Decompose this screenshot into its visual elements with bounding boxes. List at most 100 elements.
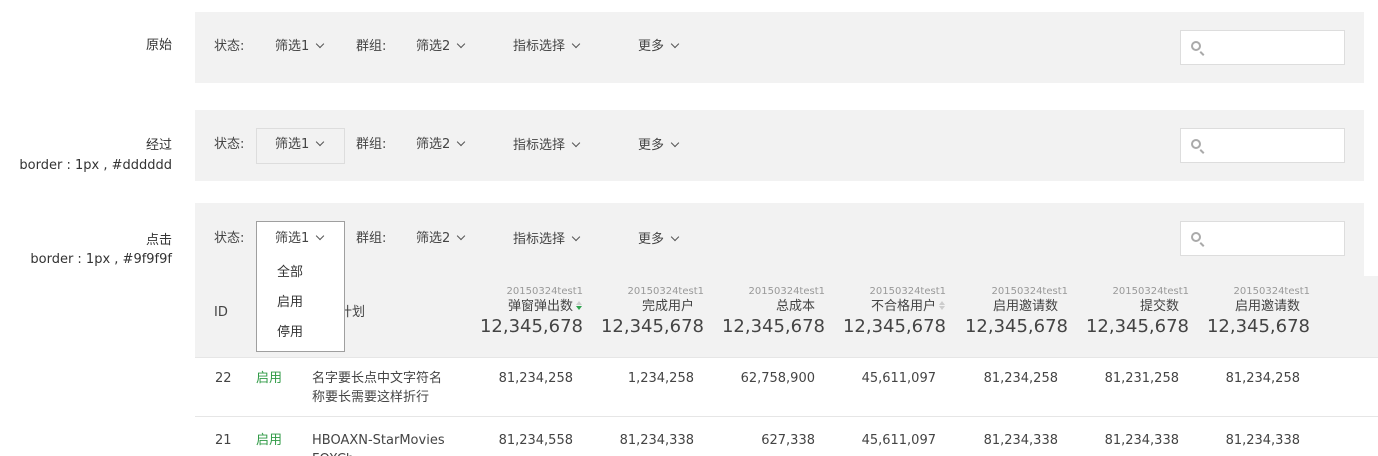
search-icon xyxy=(1191,139,1201,149)
row-value: 81,234,338 xyxy=(1104,433,1179,448)
column-title-text: 提交数 xyxy=(1139,299,1179,314)
chevron-down-icon xyxy=(670,232,680,242)
column-title-text: 不合格用户 xyxy=(870,299,936,314)
status-label: 状态: xyxy=(214,137,245,152)
row-name[interactable]: 名字要长点中文字符名 xyxy=(312,369,442,388)
row-name-line2: FOXCh... xyxy=(312,450,367,456)
row-value: 81,234,258 xyxy=(498,371,573,386)
row-value: 81,234,338 xyxy=(983,433,1058,448)
label-passed: 经过 xyxy=(145,138,172,153)
dropdown-option-enabled[interactable]: 启用 xyxy=(277,294,303,312)
more-dropdown[interactable]: 更多 xyxy=(638,38,680,56)
column-title: 启用邀请数 xyxy=(1207,298,1310,316)
column-title: 启用邀请数 xyxy=(965,298,1068,316)
sort-icon[interactable] xyxy=(939,301,946,311)
row-name-line2: 称要长需要这样折行 xyxy=(312,390,430,405)
column-title-text: 完成用户 xyxy=(641,299,694,314)
column-total: 12,345,678 xyxy=(964,316,1068,337)
chevron-down-icon xyxy=(457,39,466,49)
chevron-down-icon xyxy=(316,39,325,49)
filter1-dropdown[interactable]: 筛选1 xyxy=(275,38,325,56)
chevron-down-icon xyxy=(571,39,581,49)
status-label: 状态: xyxy=(214,231,245,246)
chevron-down-icon xyxy=(571,138,581,148)
more-dropdown[interactable]: 更多 xyxy=(638,137,680,155)
dropdown-option-disabled[interactable]: 停用 xyxy=(277,324,303,342)
column-title: 弹窗弹出数 xyxy=(480,298,583,316)
column-total: 12,345,678 xyxy=(479,316,583,337)
row-name[interactable]: HBOAXN-StarMovies xyxy=(312,431,445,450)
row-value: 81,234,338 xyxy=(1225,433,1300,448)
chevron-down-icon xyxy=(457,231,466,241)
column-title-text: 启用邀请数 xyxy=(992,299,1058,314)
search-icon xyxy=(1191,41,1201,51)
search-input[interactable] xyxy=(1180,30,1345,65)
column-title: 不合格用户 xyxy=(843,298,946,316)
column-total: 12,345,678 xyxy=(1085,316,1189,337)
filter1-dropdown-menu: 全部 启用 停用 xyxy=(256,256,345,352)
column-date: 20150324test1 xyxy=(627,286,704,297)
column-date: 20150324test1 xyxy=(1233,286,1310,297)
label-passed-note: border : 1px , #dddddd xyxy=(19,158,172,173)
column-total: 12,345,678 xyxy=(721,316,825,337)
chevron-down-icon xyxy=(670,138,680,148)
search-icon xyxy=(1191,232,1201,242)
column-date: 20150324test1 xyxy=(869,286,946,297)
group-label: 群组: xyxy=(356,39,387,54)
more-dropdown[interactable]: 更多 xyxy=(638,231,680,249)
table-column-header[interactable]: 20150324test1 弹窗弹出数 12,345,678 xyxy=(480,286,583,338)
column-title-text: 启用邀请数 xyxy=(1234,299,1300,314)
table-column-header[interactable]: 20150324test1 提交数 12,345,678 xyxy=(1086,286,1189,338)
chevron-down-icon xyxy=(316,231,325,241)
column-total: 12,345,678 xyxy=(600,316,704,337)
search-input[interactable] xyxy=(1180,128,1345,163)
row-id: 22 xyxy=(215,371,232,386)
chevron-down-icon xyxy=(670,39,680,49)
row-value: 627,338 xyxy=(761,433,815,448)
filter1-dropdown[interactable]: 筛选1 xyxy=(275,230,325,248)
column-date: 20150324test1 xyxy=(1112,286,1189,297)
chevron-down-icon xyxy=(316,137,325,147)
row-status[interactable]: 启用 xyxy=(256,431,282,450)
column-date: 20150324test1 xyxy=(991,286,1068,297)
metric-select-dropdown[interactable]: 指标选择 xyxy=(513,38,581,56)
metric-select-dropdown[interactable]: 指标选择 xyxy=(513,137,581,155)
sort-icon[interactable] xyxy=(576,301,583,311)
row-divider xyxy=(195,416,1378,417)
row-value: 81,234,338 xyxy=(619,433,694,448)
row-value: 81,234,258 xyxy=(983,371,1058,386)
label-click-note: border : 1px , #9f9f9f xyxy=(30,252,172,267)
metric-select-dropdown[interactable]: 指标选择 xyxy=(513,231,581,249)
filter1-dropdown[interactable]: 筛选1 xyxy=(275,136,325,154)
column-total: 12,345,678 xyxy=(842,316,946,337)
filter2-dropdown[interactable]: 筛选2 xyxy=(416,38,466,56)
column-title: 总成本 xyxy=(722,298,825,316)
row-divider xyxy=(195,357,1378,358)
row-value: 45,611,097 xyxy=(861,371,936,386)
group-label: 群组: xyxy=(356,137,387,152)
chevron-down-icon xyxy=(571,232,581,242)
table-column-header[interactable]: 20150324test1 启用邀请数 12,345,678 xyxy=(1207,286,1310,338)
row-value: 62,758,900 xyxy=(740,371,815,386)
column-title: 完成用户 xyxy=(601,298,704,316)
search-input[interactable] xyxy=(1180,221,1345,256)
table-column-header[interactable]: 20150324test1 不合格用户 12,345,678 xyxy=(843,286,946,338)
column-title-text: 弹窗弹出数 xyxy=(507,299,573,314)
column-title-text: 总成本 xyxy=(775,299,815,314)
chevron-down-icon xyxy=(457,137,466,147)
table-column-header[interactable]: 20150324test1 总成本 12,345,678 xyxy=(722,286,825,338)
row-value: 45,611,097 xyxy=(861,433,936,448)
filter2-dropdown[interactable]: 筛选2 xyxy=(416,230,466,248)
dropdown-option-all[interactable]: 全部 xyxy=(277,264,303,282)
table-column-header[interactable]: 20150324test1 完成用户 12,345,678 xyxy=(601,286,704,338)
column-date: 20150324test1 xyxy=(748,286,825,297)
table-column-header[interactable]: 20150324test1 启用邀请数 12,345,678 xyxy=(965,286,1068,338)
th-id: ID xyxy=(214,305,228,320)
row-status[interactable]: 启用 xyxy=(256,369,282,388)
label-click: 点击 xyxy=(145,233,172,248)
group-label: 群组: xyxy=(356,231,387,246)
column-date: 20150324test1 xyxy=(506,286,583,297)
column-total: 12,345,678 xyxy=(1206,316,1310,337)
row-id: 21 xyxy=(215,433,232,448)
filter2-dropdown[interactable]: 筛选2 xyxy=(416,136,466,154)
